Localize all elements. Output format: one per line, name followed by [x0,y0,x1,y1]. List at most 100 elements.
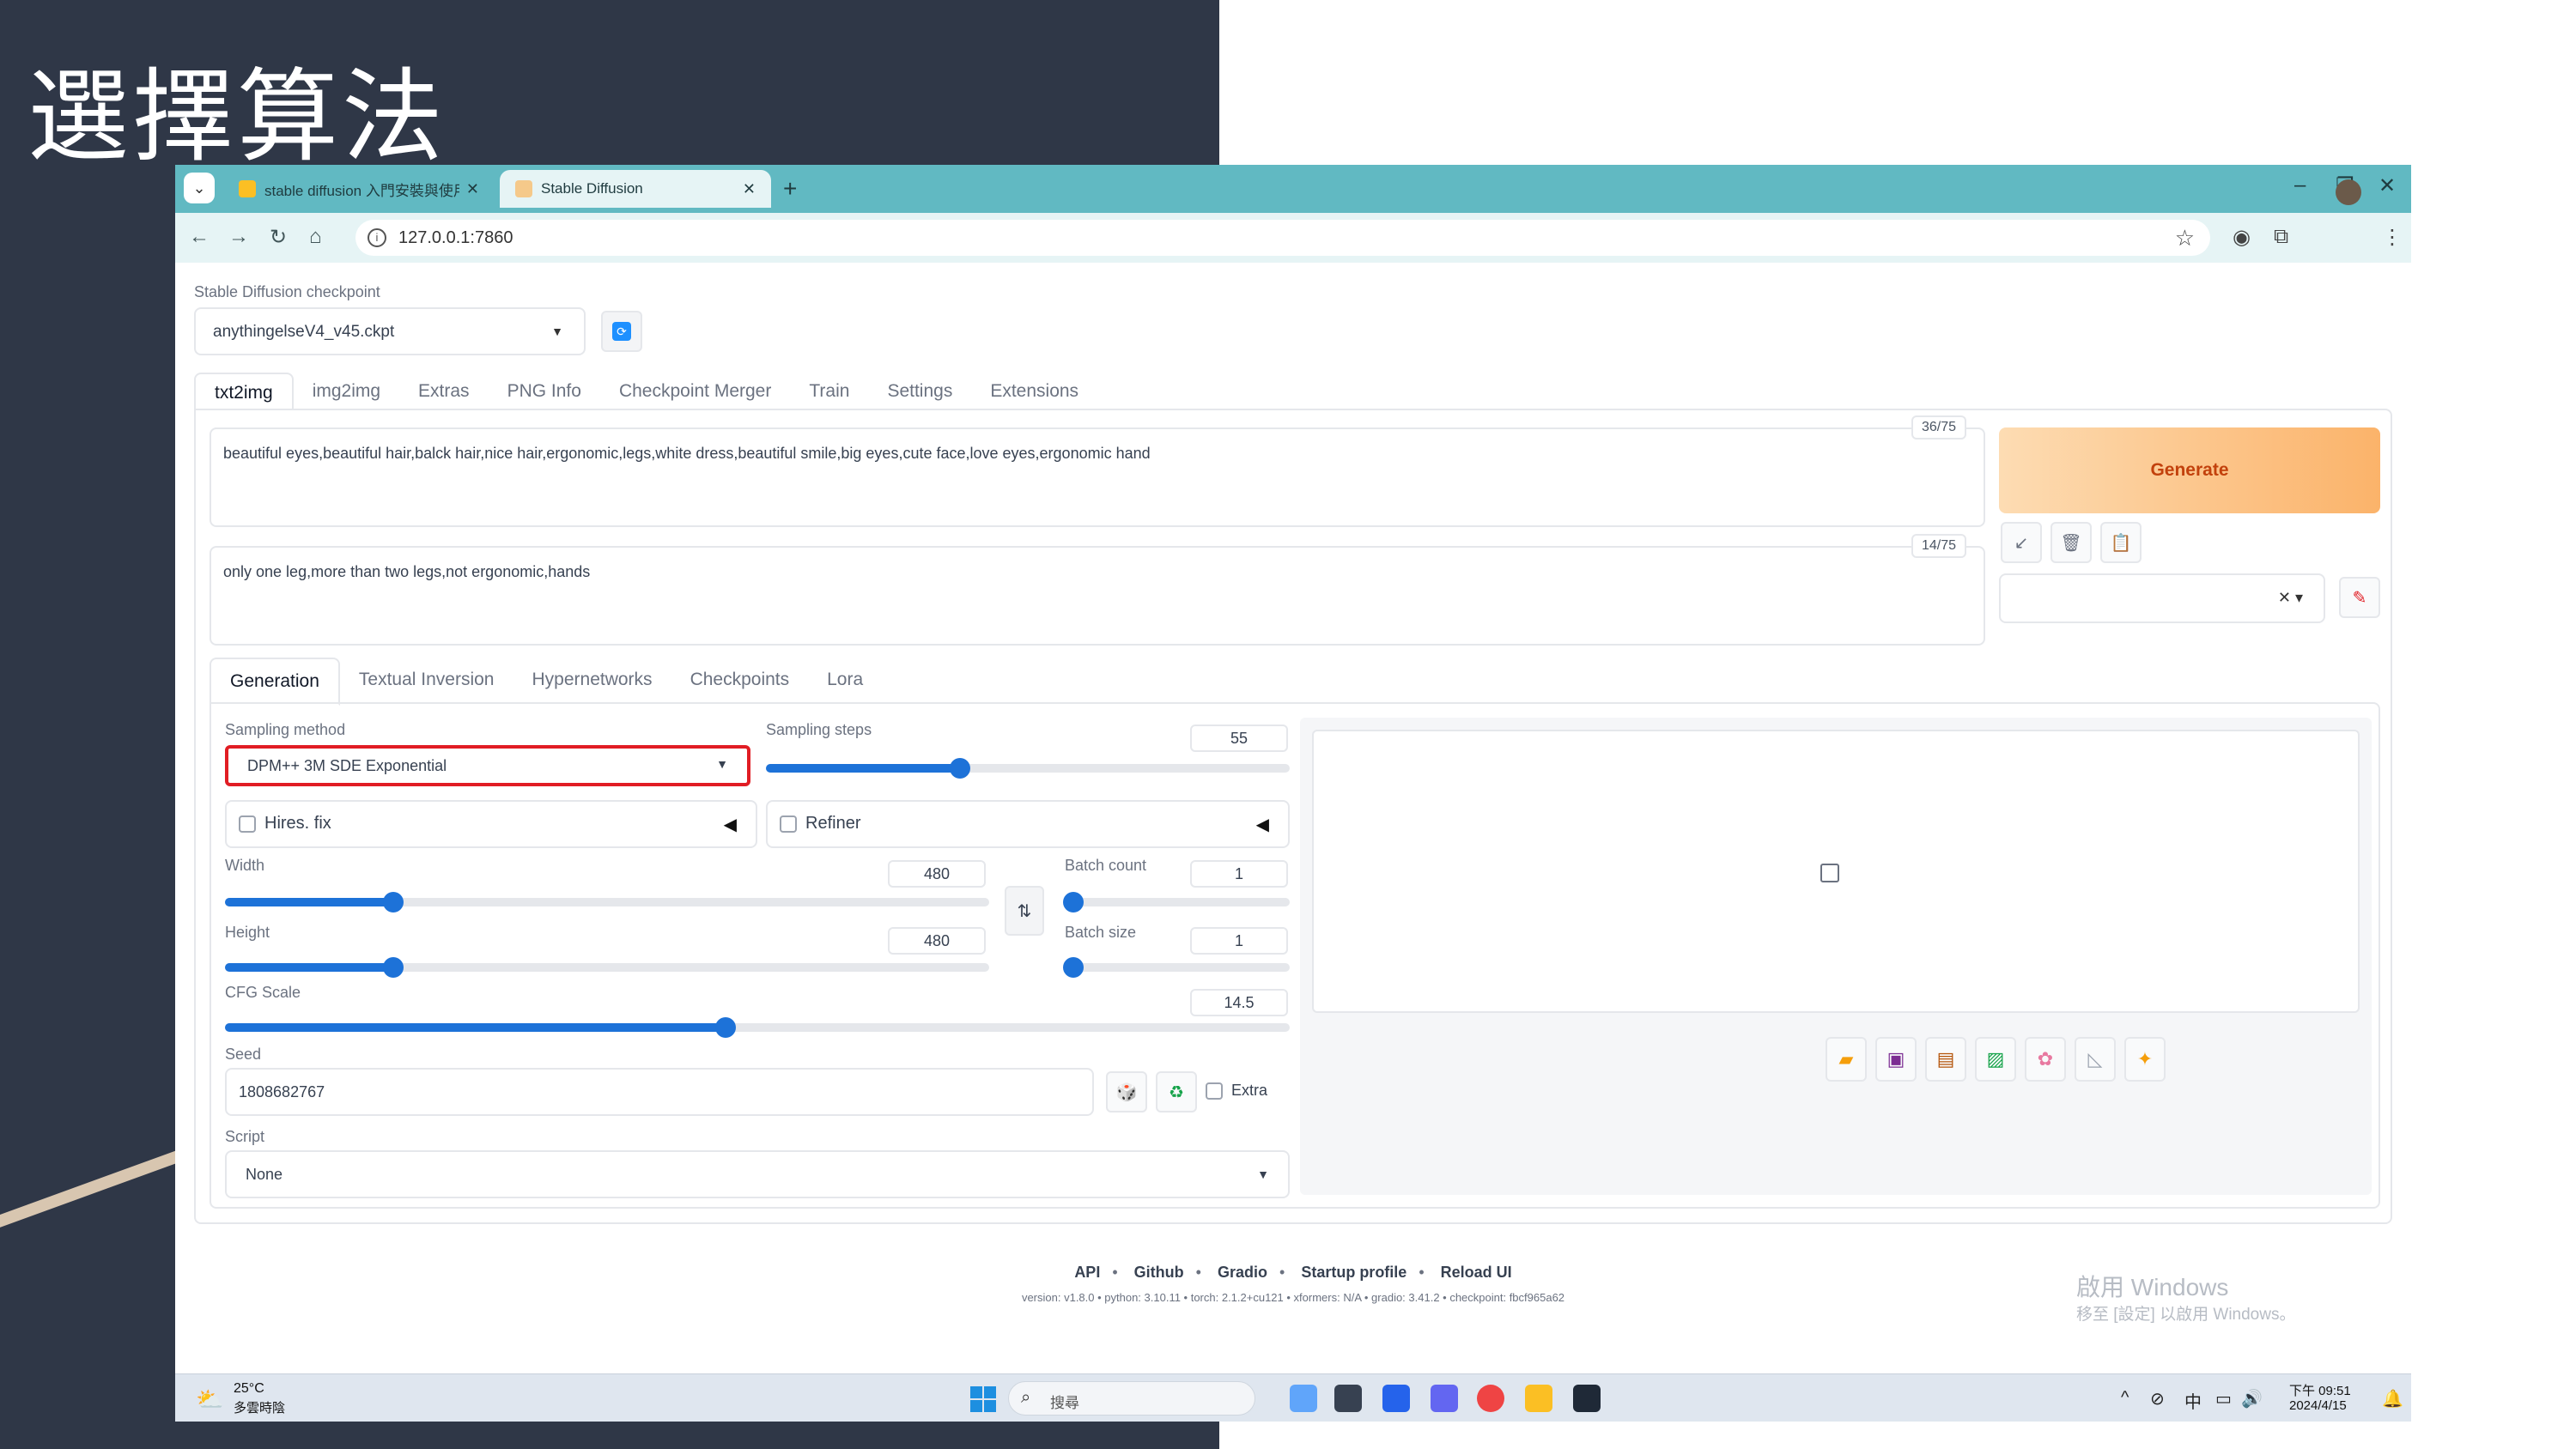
negative-prompt-input[interactable]: only one leg,more than two legs,not ergo… [210,534,1985,646]
cfg-scale-input[interactable]: 14.5 [1190,989,1288,1016]
collapse-triangle-icon[interactable]: ◀ [1256,814,1269,835]
slider-handle[interactable] [382,892,404,912]
footer-link-gradio[interactable]: Gradio [1218,1264,1267,1281]
footer-link-startup-profile[interactable]: Startup profile [1301,1264,1406,1281]
minimize-icon[interactable]: – [2294,173,2306,197]
height-input[interactable]: 480 [888,927,986,955]
open-folder-icon[interactable]: ▰ [1826,1037,1867,1082]
generate-button[interactable]: Generate [1999,427,2380,513]
tab-txt2img[interactable]: txt2img [194,373,294,410]
close-window-icon[interactable]: ✕ [2379,173,2396,198]
script-dropdown[interactable]: None ▼ [225,1150,1290,1198]
tab-checkpoints[interactable]: Checkpoints [671,658,809,706]
styles-dropdown[interactable]: ✕ ▾ [1999,573,2325,623]
url-field[interactable]: i 127.0.0.1:7860 ☆ [355,220,2210,256]
tab-train[interactable]: Train [790,373,868,410]
browser-menu-icon[interactable]: ⋮ [2382,225,2403,250]
tab-hypernetworks[interactable]: Hypernetworks [513,658,671,706]
task-view-icon[interactable] [1334,1385,1362,1412]
send-to-img2img-icon[interactable]: ▨ [1975,1037,2016,1082]
refresh-checkpoint-button[interactable]: ⟳ [601,311,642,352]
ime-indicator[interactable]: 中 [2184,1388,2202,1413]
sampling-method-dropdown[interactable]: DPM++ 3M SDE Exponential ▼ [225,745,750,786]
extra-seed-option[interactable]: Extra [1206,1082,1267,1100]
slider-handle[interactable] [1063,892,1084,912]
batch-size-slider[interactable] [1063,957,1290,978]
chrome-icon[interactable] [1477,1385,1504,1412]
footer-link-github[interactable]: Github [1134,1264,1184,1281]
forward-icon[interactable]: → [228,225,249,249]
tab-textual-inversion[interactable]: Textual Inversion [340,658,513,706]
slider-handle[interactable] [382,957,404,978]
close-tab-icon[interactable]: ✕ [466,180,479,198]
tab-extras[interactable]: Extras [399,373,489,410]
read-params-icon[interactable]: ↙ [2001,522,2042,563]
cfg-scale-slider[interactable] [225,1017,1290,1038]
extension-icon[interactable]: ◉ [2233,225,2251,250]
browser-tab-1[interactable]: stable diffusion 入門安裝與使用 ✕ [223,170,495,208]
tab-extensions[interactable]: Extensions [971,373,1097,410]
tab-checkpoint-merger[interactable]: Checkpoint Merger [600,373,790,410]
bookmark-star-icon[interactable]: ☆ [2175,225,2195,252]
profile-avatar[interactable] [2336,179,2361,205]
browser-tab-2[interactable]: Stable Diffusion ✕ [500,170,771,208]
swap-dimensions-button[interactable]: ⇅ [1005,886,1044,936]
copilot-icon[interactable] [1290,1385,1317,1412]
batch-count-input[interactable]: 1 [1190,860,1288,888]
slider-handle[interactable] [714,1017,736,1038]
checkpoint-dropdown[interactable]: anythingelseV4_v45.ckpt ▼ [194,307,586,355]
taskbar-search[interactable]: ⌕ 搜尋 [1008,1381,1255,1416]
refiner-checkbox[interactable] [780,815,797,833]
tab-img2img[interactable]: img2img [294,373,399,410]
slider-handle[interactable] [949,758,970,779]
site-info-icon[interactable]: i [368,228,386,247]
footer-link-api[interactable]: API [1074,1264,1100,1281]
width-slider[interactable] [225,892,989,912]
clear-dropdown-icon[interactable]: ✕ ▾ [2278,589,2303,607]
seed-input[interactable]: 1808682767 [225,1068,1094,1116]
extra-checkbox[interactable] [1206,1082,1223,1100]
save-icon[interactable]: ▣ [1875,1037,1917,1082]
batch-size-input[interactable]: 1 [1190,927,1288,955]
new-tab-button[interactable]: + [783,175,797,203]
hires-fix-checkbox[interactable] [239,815,256,833]
reuse-seed-recycle-icon[interactable]: ♻ [1156,1071,1197,1113]
tab-png-info[interactable]: PNG Info [489,373,600,410]
sampling-steps-slider[interactable] [766,758,1290,779]
network-off-icon[interactable]: ⊘ [2150,1388,2165,1410]
prompt-input[interactable]: beautiful eyes,beautiful hair,balck hair… [210,415,1985,527]
file-explorer-icon[interactable] [1525,1385,1552,1412]
tab-search-chevron-icon[interactable]: ⌄ [184,173,215,203]
footer-link-reload-ui[interactable]: Reload UI [1441,1264,1512,1281]
send-to-extras-icon[interactable]: ◺ [2075,1037,2116,1082]
tab-settings[interactable]: Settings [868,373,971,410]
random-seed-dice-icon[interactable]: 🎲 [1106,1071,1147,1113]
close-tab-icon[interactable]: ✕ [743,180,756,198]
start-windows-icon[interactable] [970,1386,996,1412]
collapse-triangle-icon[interactable]: ◀ [724,814,737,835]
refiner-accordion[interactable]: Refiner ◀ [766,800,1290,848]
zip-icon[interactable]: ▤ [1925,1037,1966,1082]
back-icon[interactable]: ← [189,225,210,249]
tray-chevron-up-icon[interactable]: ^ [2121,1388,2129,1408]
send-to-inpaint-icon[interactable]: ✿ [2025,1037,2066,1082]
volume-icon[interactable]: 🔊 [2241,1388,2263,1410]
terminal-icon[interactable] [1573,1385,1601,1412]
store-icon[interactable] [1382,1385,1410,1412]
batch-count-slider[interactable] [1063,892,1290,912]
teams-icon[interactable] [1431,1385,1458,1412]
sparkle-icon[interactable]: ✦ [2124,1037,2166,1082]
home-icon[interactable]: ⌂ [309,225,322,249]
notification-bell-icon[interactable]: 🔔 [2382,1388,2403,1410]
slider-handle[interactable] [1063,957,1084,978]
height-slider[interactable] [225,957,989,978]
weather-cloud-sun-icon[interactable]: ⛅ [196,1386,223,1413]
tab-generation[interactable]: Generation [210,658,340,706]
edit-styles-icon[interactable]: ✎ [2339,577,2380,618]
trash-icon[interactable]: 🗑 [2050,522,2092,563]
puzzle-icon[interactable]: ⧉ [2274,225,2288,249]
width-input[interactable]: 480 [888,860,986,888]
tab-lora[interactable]: Lora [808,658,882,706]
reload-icon[interactable]: ↻ [270,225,287,250]
clipboard-icon[interactable]: 📋 [2100,522,2142,563]
